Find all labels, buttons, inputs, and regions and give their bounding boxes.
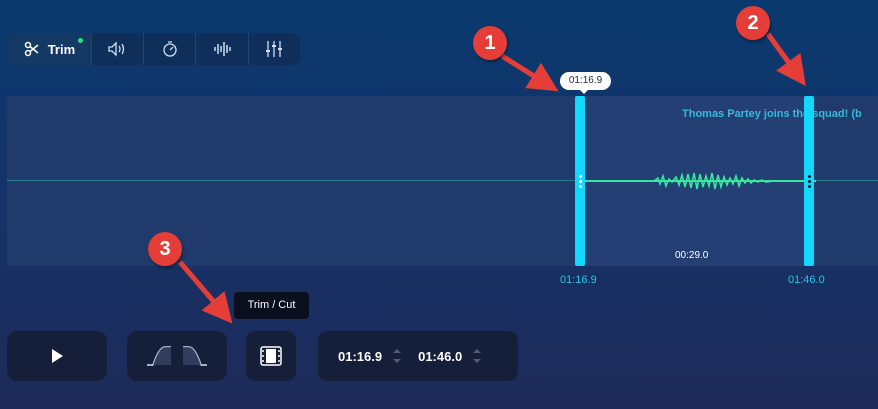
- annotation-arrows: [178, 32, 806, 324]
- arrow-1: [500, 53, 559, 92]
- arrow-3: [178, 260, 233, 324]
- arrow-2: [765, 32, 806, 87]
- annotation-badge-1: 1: [473, 26, 507, 60]
- annotation-badge-2: 2: [736, 6, 770, 40]
- annotation-badge-3: 3: [148, 232, 182, 266]
